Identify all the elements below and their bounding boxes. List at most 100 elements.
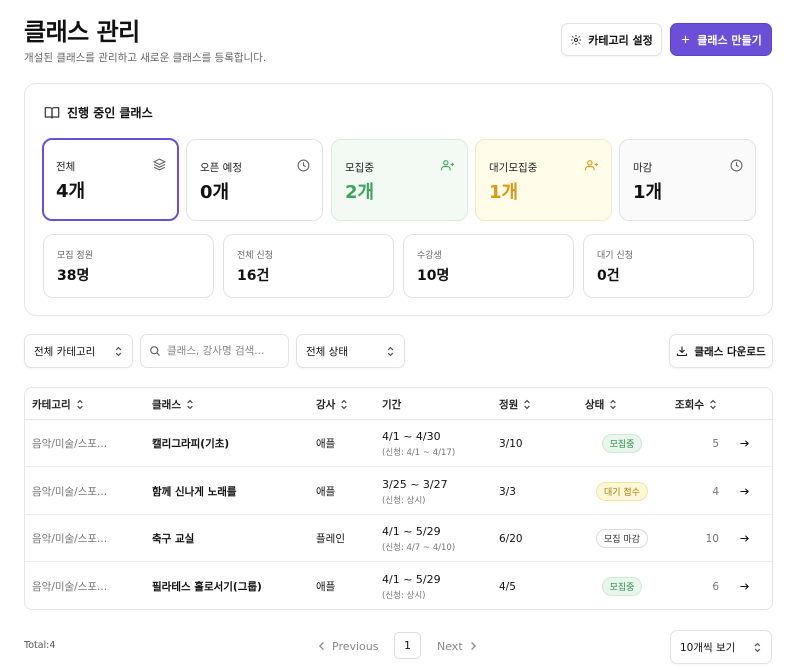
stat-value: 0개 xyxy=(200,182,230,203)
summary-label: 대기 신청 xyxy=(597,251,633,261)
column-category[interactable]: 카테고리 xyxy=(32,388,84,420)
summary-capacity: 모집 정원 38명 xyxy=(43,234,214,298)
total-count: Total:4 xyxy=(24,640,56,651)
status-badge: 대기 접수 xyxy=(596,482,648,501)
previous-label: Previous xyxy=(332,639,379,653)
summary-label: 전체 신청 xyxy=(237,251,273,261)
sort-icon xyxy=(76,399,84,410)
cell-status: 모집중 xyxy=(577,563,667,609)
cell-period: 3/25 ~ 3/27 (신청: 상시) xyxy=(382,468,448,515)
column-capacity[interactable]: 정원 xyxy=(499,388,531,420)
apply-period: (신청: 4/1 ~ 4/17) xyxy=(382,447,456,458)
cell-class: 캘리그라피(기초) xyxy=(152,438,230,450)
cell-class: 함께 신나게 노래를 xyxy=(152,486,237,498)
download-label: 클래스 다운로드 xyxy=(694,345,766,358)
row-open-button[interactable] xyxy=(739,515,750,562)
sort-icon xyxy=(340,399,348,410)
book-icon xyxy=(44,106,60,120)
cell-capacity: 3/3 xyxy=(499,485,516,498)
category-select[interactable]: 전체 카테고리 xyxy=(24,334,133,368)
cell-capacity: 6/20 xyxy=(499,532,523,545)
table-header: 카테고리 클래스 강사 기간 정원 상태 조회수 xyxy=(25,388,772,420)
column-instructor[interactable]: 강사 xyxy=(316,388,348,420)
cell-views: 6 xyxy=(712,580,719,593)
page-subtitle: 개설된 클래스를 관리하고 새로운 클래스를 등록합니다. xyxy=(24,52,267,64)
column-label: 클래스 xyxy=(152,398,181,411)
column-views[interactable]: 조회수 xyxy=(675,388,717,420)
apply-period: (신청: 4/7 ~ 4/10) xyxy=(382,542,456,553)
user-plus-icon xyxy=(585,159,599,172)
row-open-button[interactable] xyxy=(739,563,750,609)
sort-icon xyxy=(523,399,531,410)
cell-category: 음악/미술/스포... xyxy=(32,486,108,498)
per-page-value: 10개씩 보기 xyxy=(680,641,736,654)
column-period: 기간 xyxy=(382,388,401,420)
sort-icon xyxy=(709,399,717,410)
cell-class: 축구 교실 xyxy=(152,533,195,545)
per-page-select[interactable]: 10개씩 보기 xyxy=(670,630,772,664)
stat-card-waitlist[interactable]: 대기모집중 1개 xyxy=(475,139,612,221)
download-classes-button[interactable]: 클래스 다운로드 xyxy=(669,334,773,368)
stat-card-upcoming[interactable]: 오픈 예정 0개 xyxy=(186,139,323,221)
table-row[interactable]: 음악/미술/스포... 필라테스 홀로서기(그룹) 애플 4/1 ~ 5/29 … xyxy=(25,563,772,609)
arrow-right-icon xyxy=(739,533,750,544)
page-number-button[interactable]: 1 xyxy=(394,632,421,659)
stat-card-total[interactable]: 전체 4개 xyxy=(42,138,179,221)
summary-value: 0건 xyxy=(597,268,620,284)
cell-status: 대기 접수 xyxy=(577,468,667,515)
cell-category: 음악/미술/스포... xyxy=(32,438,108,450)
ongoing-classes-title: 진행 중인 클래스 xyxy=(67,106,153,120)
table-row[interactable]: 음악/미술/스포... 함께 신나게 노래를 애플 3/25 ~ 3/27 (신… xyxy=(25,468,772,515)
search-icon xyxy=(149,345,161,357)
search-input[interactable] xyxy=(167,345,285,357)
row-open-button[interactable] xyxy=(739,468,750,515)
stat-value: 1개 xyxy=(489,182,519,203)
stat-card-recruiting[interactable]: 모집중 2개 xyxy=(331,139,468,221)
create-class-button[interactable]: 클래스 만들기 xyxy=(670,23,772,56)
chevron-left-icon xyxy=(318,641,326,651)
arrow-right-icon xyxy=(739,581,750,592)
stat-card-closed[interactable]: 마감 1개 xyxy=(619,139,756,221)
cell-category: 음악/미술/스포... xyxy=(32,581,108,593)
category-settings-label: 카테고리 설정 xyxy=(588,33,653,47)
cell-instructor: 플레인 xyxy=(316,533,345,545)
cell-period: 4/1 ~ 4/30 (신청: 4/1 ~ 4/17) xyxy=(382,420,455,467)
table-row[interactable]: 음악/미술/스포... 축구 교실 플레인 4/1 ~ 5/29 (신청: 4/… xyxy=(25,515,772,562)
next-label: Next xyxy=(437,639,463,653)
table-row[interactable]: 음악/미술/스포... 캘리그라피(기초) 애플 4/1 ~ 4/30 (신청:… xyxy=(25,420,772,467)
cell-period: 4/1 ~ 5/29 (신청: 4/7 ~ 4/10) xyxy=(382,515,455,562)
gear-icon xyxy=(570,34,582,46)
previous-page-button[interactable]: Previous xyxy=(318,633,379,659)
arrow-right-icon xyxy=(739,438,750,449)
next-page-button[interactable]: Next xyxy=(437,633,477,659)
stat-label: 전체 xyxy=(56,161,76,173)
search-field[interactable] xyxy=(140,334,289,368)
stat-label: 오픈 예정 xyxy=(200,162,242,174)
stat-label: 모집중 xyxy=(345,162,374,174)
ongoing-classes-header: 진행 중인 클래스 xyxy=(44,104,153,121)
status-select[interactable]: 전체 상태 xyxy=(296,334,405,368)
column-class[interactable]: 클래스 xyxy=(152,388,194,420)
row-open-button[interactable] xyxy=(739,420,750,467)
column-status[interactable]: 상태 xyxy=(585,388,617,420)
sort-icon xyxy=(186,399,194,410)
clock-icon xyxy=(297,159,310,172)
column-label: 강사 xyxy=(316,398,336,411)
class-table: 카테고리 클래스 강사 기간 정원 상태 조회수 음악/미술/스포... 캘리그… xyxy=(24,387,773,610)
cell-category: 음악/미술/스포... xyxy=(32,533,108,545)
stat-value: 4개 xyxy=(56,181,86,202)
cell-views: 5 xyxy=(712,437,719,450)
cell-capacity: 3/10 xyxy=(499,437,523,450)
stat-label: 마감 xyxy=(633,162,653,174)
page-title: 클래스 관리 xyxy=(24,18,140,46)
category-select-value: 전체 카테고리 xyxy=(34,345,96,358)
chevron-right-icon xyxy=(469,641,477,651)
summary-label: 수강생 xyxy=(417,251,442,261)
cell-instructor: 애플 xyxy=(316,438,336,450)
summary-waitlist-applications: 대기 신청 0건 xyxy=(583,234,754,298)
period-range: 4/1 ~ 5/29 xyxy=(382,572,441,586)
status-select-value: 전체 상태 xyxy=(306,345,348,358)
cell-instructor: 애플 xyxy=(316,486,336,498)
category-settings-button[interactable]: 카테고리 설정 xyxy=(561,23,662,56)
clock-icon xyxy=(730,159,743,172)
